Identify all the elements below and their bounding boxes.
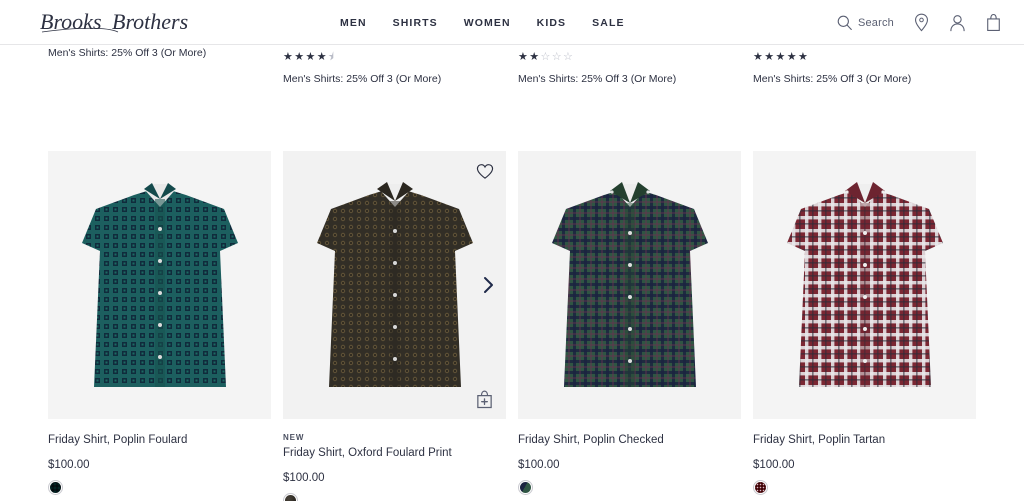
color-swatches [48, 479, 271, 495]
promo-text: Men's Shirts: 25% Off 3 (Or More) [48, 47, 207, 59]
next-image-button[interactable] [483, 276, 494, 294]
product-image-tile[interactable] [518, 151, 741, 419]
color-swatch[interactable] [518, 479, 533, 495]
product-image-check-green [518, 151, 741, 419]
search-label: Search [857, 16, 894, 29]
color-swatches [518, 479, 741, 495]
product-card-4: Friday Shirt, Poplin Tartan $100.00 ★★★★… [753, 151, 976, 501]
nav-item-men[interactable]: MEN [340, 17, 367, 29]
product-image-foulard-teal [48, 151, 271, 419]
swatch-fill [50, 481, 61, 493]
location-pin-icon [914, 13, 929, 32]
chevron-right-icon [484, 277, 493, 293]
color-swatches [753, 479, 976, 495]
promo-text: Men's Shirts: 25% Off 3 (Or More) [283, 73, 442, 85]
svg-text:Brothers: Brothers [112, 9, 188, 34]
site-header: Brooks Brothers MEN SHIRTS WOMEN KIDS SA… [0, 0, 1024, 45]
partial-card-1: Men's Shirts: 25% Off 3 (Or More) [48, 47, 271, 97]
new-badge: NEW [283, 433, 305, 442]
partial-card-3: ★★☆☆☆ Men's Shirts: 25% Off 3 (Or More) [518, 48, 741, 97]
swatch-fill [520, 481, 531, 493]
store-locator-button[interactable] [913, 13, 930, 32]
partial-card-4: ★★★★★ Men's Shirts: 25% Off 3 (Or More) [753, 48, 976, 97]
nav-item-women[interactable]: WOMEN [464, 17, 511, 29]
logo-wordmark-icon: Brooks Brothers [40, 9, 188, 34]
color-swatch[interactable] [753, 479, 768, 495]
product-card-1: Friday Shirt, Poplin Foulard $100.00 ★★★… [48, 151, 271, 501]
product-price: $100.00 [283, 471, 325, 484]
nav-item-kids[interactable]: KIDS [537, 17, 567, 29]
product-image-tartan-burgundy [753, 151, 976, 419]
rating-stars[interactable]: ★★☆☆☆ [518, 52, 741, 63]
quick-add-to-bag-button[interactable] [475, 389, 494, 409]
partial-card-2: ★★★★⯨ Men's Shirts: 25% Off 3 (Or More) [283, 48, 506, 97]
nav-item-sale[interactable]: SALE [592, 17, 624, 29]
brooks-brothers-logo[interactable]: Brooks Brothers [38, 7, 188, 37]
product-info: Friday Shirt, Poplin Checked $100.00 ★★★… [518, 419, 741, 501]
product-info: Friday Shirt, Poplin Foulard $100.00 ★★★… [48, 419, 271, 501]
user-icon [950, 14, 965, 31]
swatch-fill [755, 481, 766, 493]
search-icon [837, 15, 852, 31]
color-swatch[interactable] [48, 479, 63, 495]
product-card-2: NEW Friday Shirt, Oxford Foulard Print $… [283, 151, 506, 501]
product-image-tile[interactable] [283, 151, 506, 419]
product-name[interactable]: Friday Shirt, Poplin Tartan [753, 433, 976, 448]
product-image-tile[interactable] [753, 151, 976, 419]
color-swatch[interactable] [283, 492, 298, 501]
swatch-fill [285, 494, 296, 501]
product-price: $100.00 [753, 458, 795, 471]
product-price: $100.00 [48, 458, 90, 471]
rating-stars[interactable]: ★★★★★ [753, 52, 976, 63]
heart-icon [476, 164, 494, 179]
promo-text: Men's Shirts: 25% Off 3 (Or More) [518, 73, 677, 85]
color-swatches [283, 492, 506, 501]
product-row-main: Friday Shirt, Poplin Foulard $100.00 ★★★… [48, 97, 976, 501]
svg-text:Brooks: Brooks [40, 9, 102, 34]
product-row-previous-partial: Men's Shirts: 25% Off 3 (Or More) ★★★★⯨ … [48, 45, 976, 97]
nav-item-shirts[interactable]: SHIRTS [393, 17, 438, 29]
bag-plus-icon [477, 390, 492, 409]
product-image-foulard-brown [283, 151, 506, 419]
account-button[interactable] [949, 14, 966, 32]
product-price: $100.00 [518, 458, 560, 471]
shopping-bag-icon [987, 13, 1000, 31]
utility-navigation: Search [836, 0, 1002, 45]
product-name[interactable]: Friday Shirt, Poplin Checked [518, 433, 741, 448]
product-card-3: Friday Shirt, Poplin Checked $100.00 ★★★… [518, 151, 741, 501]
shopping-bag-button[interactable] [985, 13, 1002, 32]
search-button[interactable]: Search [836, 14, 894, 31]
product-info: NEW Friday Shirt, Oxford Foulard Print $… [283, 419, 506, 501]
main-navigation: MEN SHIRTS WOMEN KIDS SALE [340, 0, 625, 45]
product-name[interactable]: Friday Shirt, Poplin Foulard [48, 433, 271, 448]
product-image-tile[interactable] [48, 151, 271, 419]
wishlist-button[interactable] [476, 163, 494, 180]
rating-stars[interactable]: ★★★★⯨ [283, 52, 506, 63]
product-grid: Men's Shirts: 25% Off 3 (Or More) ★★★★⯨ … [0, 45, 1024, 501]
product-name[interactable]: Friday Shirt, Oxford Foulard Print [283, 446, 506, 461]
product-info: Friday Shirt, Poplin Tartan $100.00 ★★★★… [753, 419, 976, 501]
promo-text: Men's Shirts: 25% Off 3 (Or More) [753, 73, 912, 85]
